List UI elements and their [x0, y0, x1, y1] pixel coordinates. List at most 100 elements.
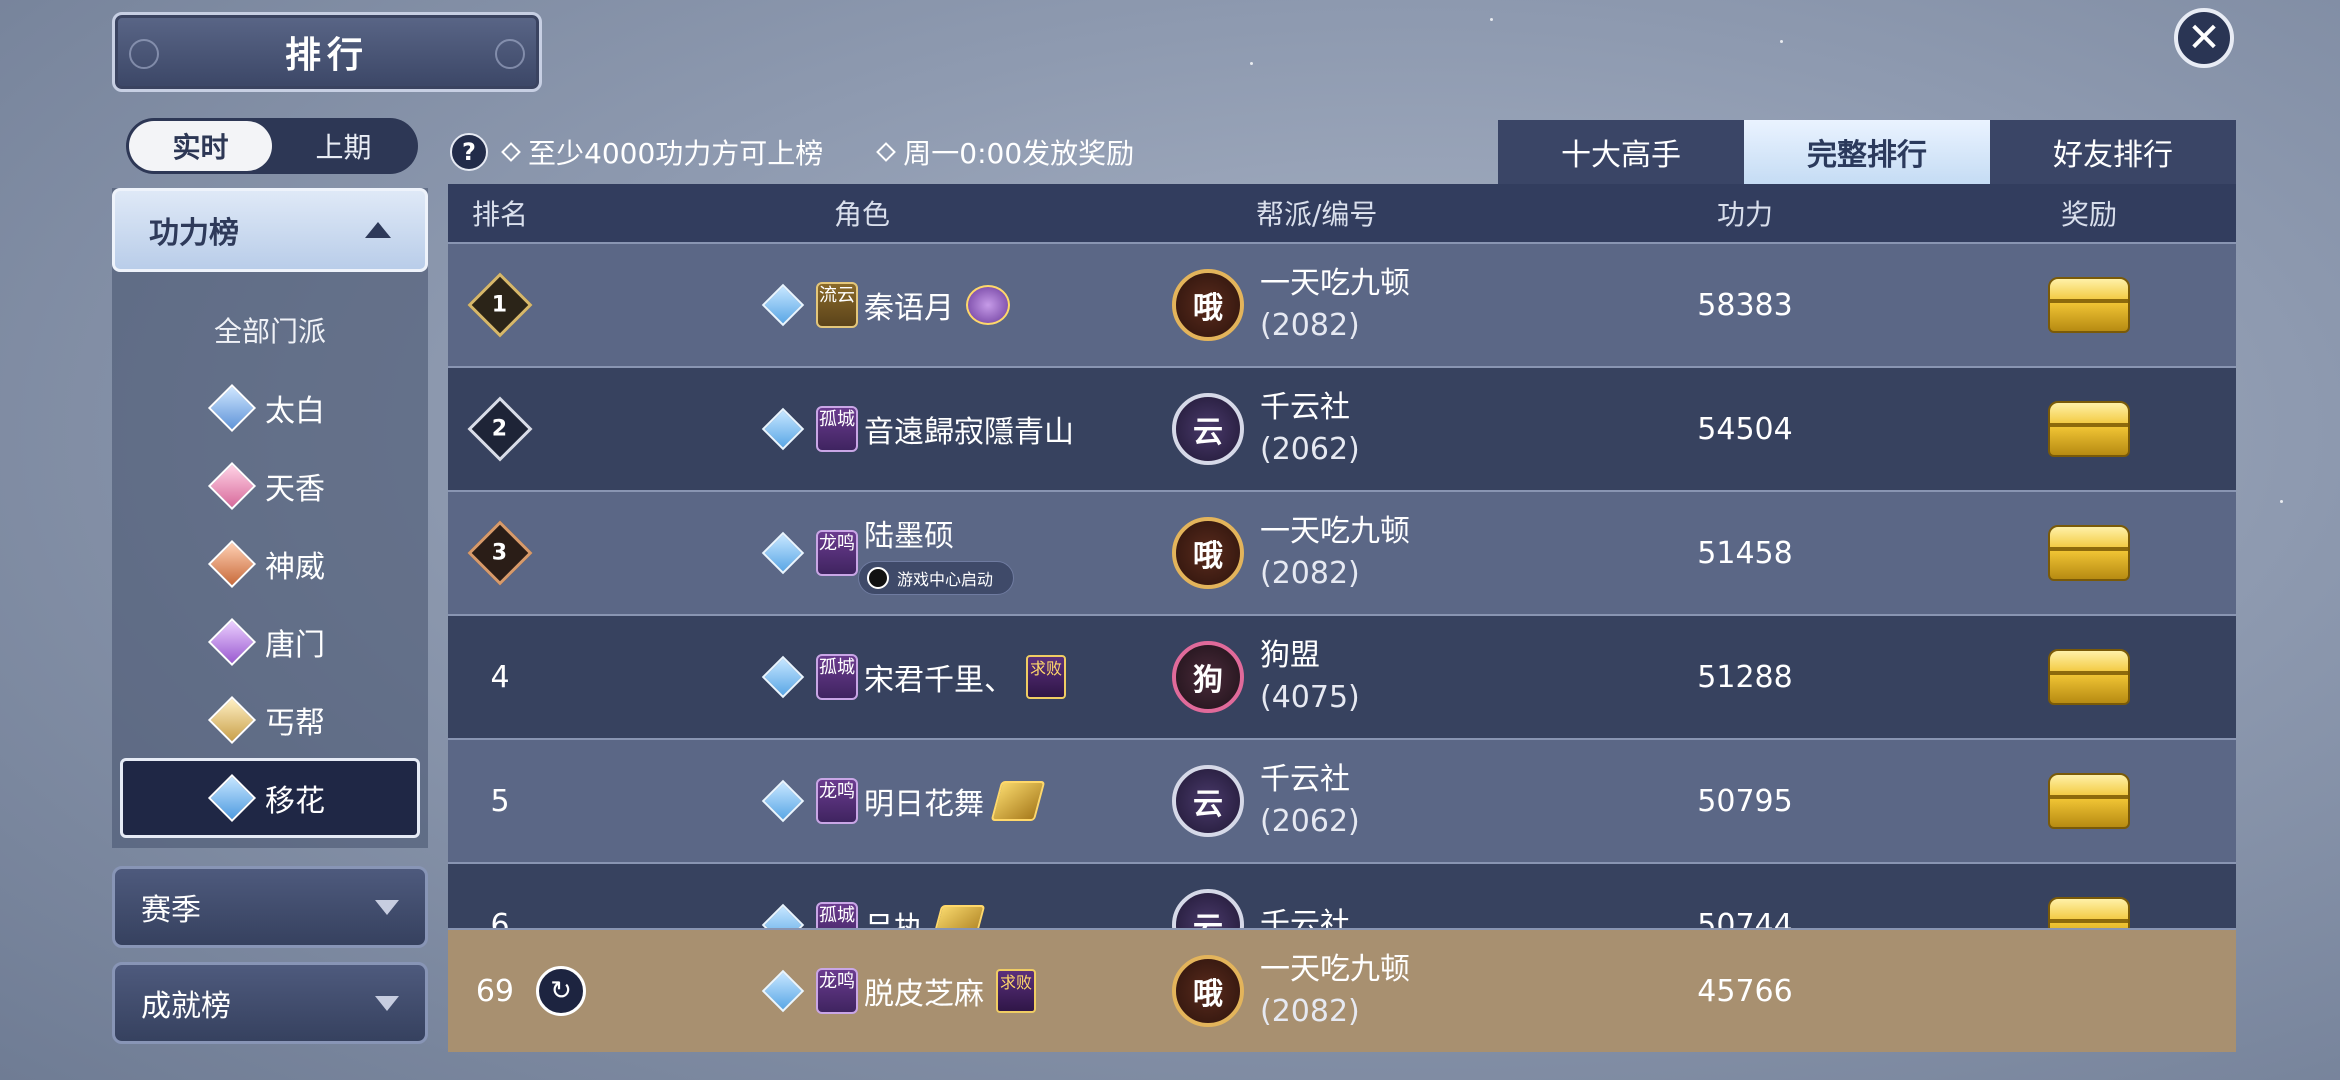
- power-board-label: 功力榜: [149, 216, 239, 251]
- player-name[interactable]: 陆墨硕: [864, 511, 1014, 555]
- treasure-chest-icon[interactable]: [2048, 277, 2130, 333]
- treasure-chest-icon[interactable]: [2048, 649, 2130, 705]
- power-value: 58383: [1697, 287, 1793, 323]
- power-value: 45766: [1697, 973, 1793, 1009]
- server-tag: 龙鸣: [816, 530, 858, 576]
- yihua-sect-icon: [761, 283, 805, 327]
- player-name[interactable]: 吕执: [864, 903, 924, 928]
- period-toggle: 实时 上期: [126, 118, 418, 174]
- rank-badge: 1: [467, 272, 533, 338]
- header-role: 角色: [833, 198, 890, 231]
- collapse-arrow-icon: [365, 222, 391, 238]
- guild-name: 狗盟: [1260, 638, 1320, 673]
- table-row[interactable]: 6 孤城 吕执 云 千云社 50744: [448, 862, 2236, 928]
- ornament-icon: [495, 39, 525, 69]
- server-tag: 孤城: [816, 406, 858, 452]
- player-name[interactable]: 秦语月: [864, 283, 954, 327]
- wing-title-icon: [930, 905, 986, 928]
- achievement-dropdown[interactable]: 成就榜: [112, 962, 428, 1044]
- treasure-chest-icon[interactable]: [2048, 773, 2130, 829]
- table-row[interactable]: 2 孤城 音遠歸寂隱青山 云 千云社 (2062) 54504: [448, 366, 2236, 490]
- sect-item-shenwei[interactable]: 神威: [112, 526, 428, 602]
- power-value: 50795: [1697, 783, 1793, 819]
- rank-number: 1: [492, 292, 508, 318]
- guild-name: 一天吃九顿: [1260, 952, 1410, 987]
- page-title-frame: 排行: [112, 12, 542, 92]
- guild-name: 一天吃九顿: [1260, 514, 1410, 549]
- power-value: 50744: [1697, 907, 1793, 929]
- all-sects-item[interactable]: 全部门派: [112, 310, 428, 350]
- notice-bar: ? 至少4000功力方可上榜 周一0:00发放奖励: [450, 132, 1134, 172]
- yihua-sect-icon: [207, 773, 257, 823]
- guild-emblem-icon: 云: [1172, 393, 1244, 465]
- guild-name: 千云社: [1260, 390, 1350, 425]
- power-value: 54504: [1697, 411, 1793, 447]
- diamond-bullet-icon: [501, 142, 521, 162]
- sect-label: 唐门: [265, 628, 325, 663]
- player-name[interactable]: 音遠歸寂隱青山: [864, 407, 1074, 451]
- tab-top-ten[interactable]: 十大高手: [1498, 120, 1744, 184]
- refresh-icon[interactable]: ↻: [536, 966, 586, 1016]
- rank-number: 6: [490, 907, 510, 929]
- table-row[interactable]: 4 孤城 宋君千里、 求败 狗 狗盟 (4075) 51288: [448, 614, 2236, 738]
- min-power-notice: 至少4000功力方可上榜: [528, 137, 824, 170]
- server-tag: 龙鸣: [816, 778, 858, 824]
- help-icon[interactable]: ?: [450, 133, 488, 171]
- guild-name: 千云社: [1260, 762, 1350, 797]
- season-label: 赛季: [141, 893, 201, 928]
- guild-code: (2082): [1260, 994, 1360, 1029]
- sect-item-gaibang[interactable]: 丐帮: [112, 682, 428, 758]
- treasure-chest-icon[interactable]: [2048, 897, 2130, 928]
- period-last-option[interactable]: 上期: [272, 121, 415, 171]
- star-decoration: [1490, 18, 1493, 21]
- ranking-table[interactable]: 排名 角色 帮派/编号 功力 奖励 1 流云 秦语月 哦 一天吃九顿 (2082…: [448, 184, 2236, 928]
- tangmen-sect-icon: [207, 617, 257, 667]
- qq-icon: [867, 567, 889, 589]
- treasure-chest-icon[interactable]: [2048, 401, 2130, 457]
- guild-code: (2062): [1260, 432, 1360, 467]
- period-realtime-option[interactable]: 实时: [129, 121, 272, 171]
- sect-item-tianxiang[interactable]: 天香: [112, 448, 428, 524]
- sect-item-taibai[interactable]: 太白: [112, 370, 428, 446]
- gaibang-sect-icon: [207, 695, 257, 745]
- achievement-label: 成就榜: [141, 989, 231, 1024]
- self-rank-number: 69: [475, 973, 514, 1009]
- player-name[interactable]: 宋君千里、: [864, 655, 1014, 699]
- rank-number: 3: [492, 540, 508, 566]
- power-value: 51288: [1697, 659, 1793, 695]
- guild-name: 千云社: [1260, 907, 1350, 928]
- header-reward: 奖励: [2060, 198, 2117, 231]
- guild-code: (2082): [1260, 556, 1360, 591]
- table-header: 排名 角色 帮派/编号 功力 奖励: [448, 184, 2236, 242]
- header-power: 功力: [1716, 198, 1773, 231]
- ornament-icon: [129, 39, 159, 69]
- sect-label: 天香: [265, 472, 325, 507]
- star-decoration: [1780, 40, 1783, 43]
- server-tag: 龙鸣: [816, 968, 858, 1014]
- season-dropdown[interactable]: 赛季: [112, 866, 428, 948]
- sect-label: 神威: [265, 550, 325, 585]
- player-name[interactable]: 脱皮芝麻: [864, 969, 984, 1013]
- guild-name: 一天吃九顿: [1260, 266, 1410, 301]
- table-row[interactable]: 3 龙鸣 陆墨硕 游戏中心启动 哦 一天吃九顿 (2082) 51458: [448, 490, 2236, 614]
- power-board-header[interactable]: 功力榜: [112, 188, 428, 272]
- table-row[interactable]: 1 流云 秦语月 哦 一天吃九顿 (2082) 58383: [448, 242, 2236, 366]
- close-button[interactable]: ✕: [2174, 8, 2234, 68]
- sect-item-yihua[interactable]: 移花: [120, 758, 420, 838]
- player-name[interactable]: 明日花舞: [864, 779, 984, 823]
- reward-time-notice: 周一0:00发放奖励: [903, 137, 1135, 170]
- guild-emblem-icon: 云: [1172, 889, 1244, 928]
- tab-full-ranking[interactable]: 完整排行: [1744, 120, 1990, 184]
- tab-friend-ranking[interactable]: 好友排行: [1990, 120, 2236, 184]
- table-row[interactable]: 5 龙鸣 明日花舞 云 千云社 (2062) 50795: [448, 738, 2236, 862]
- treasure-chest-icon[interactable]: [2048, 525, 2130, 581]
- rank-number: 4: [490, 659, 510, 695]
- self-ranking-row[interactable]: 69 ↻ 龙鸣 脱皮芝麻 求败 哦 一天吃九顿 (2082) 45766: [448, 928, 2236, 1052]
- sect-label: 移花: [265, 784, 325, 819]
- header-guild: 帮派/编号: [1256, 198, 1378, 231]
- guild-code: (2082): [1260, 308, 1360, 343]
- server-tag: 孤城: [816, 902, 858, 928]
- tianxiang-sect-icon: [207, 461, 257, 511]
- sect-item-tangmen[interactable]: 唐门: [112, 604, 428, 680]
- chevron-down-icon: [375, 995, 399, 1011]
